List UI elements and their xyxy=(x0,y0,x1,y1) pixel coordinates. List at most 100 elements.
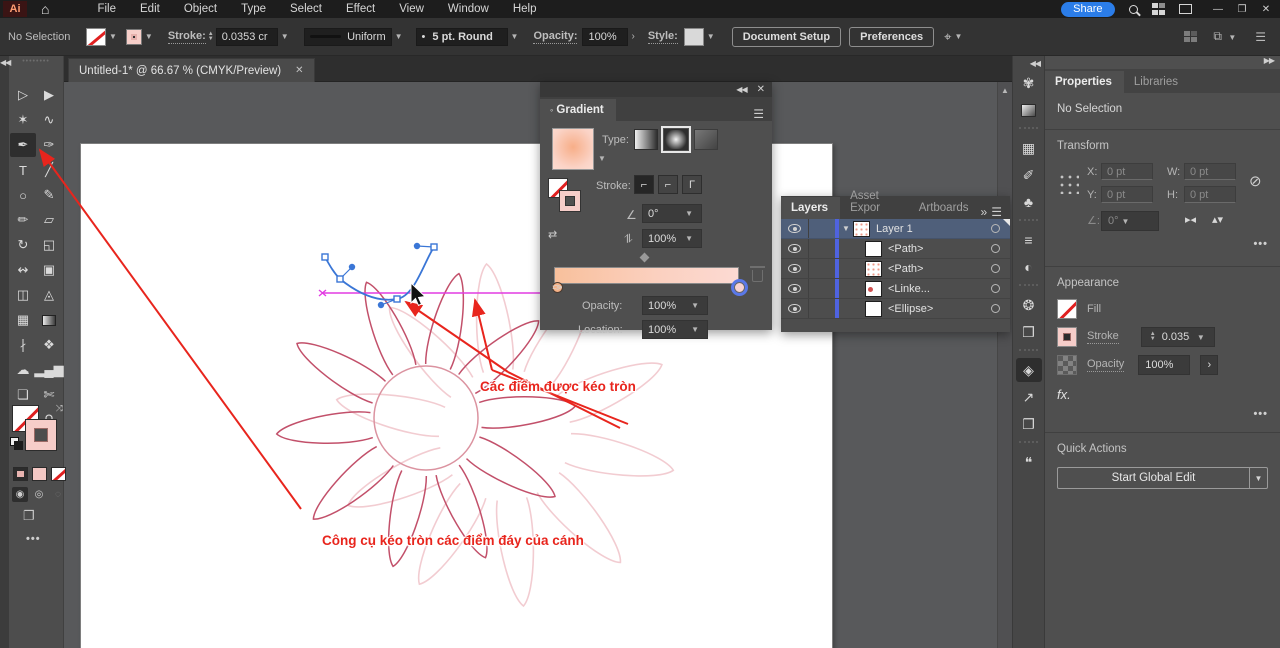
appearance-panel-icon[interactable]: ❂ xyxy=(1016,293,1042,317)
opacity-value[interactable]: 100% xyxy=(582,28,628,46)
default-fill-stroke-icon[interactable] xyxy=(10,437,19,446)
scale-tool[interactable]: ◱ xyxy=(36,233,62,257)
flip-vertical-icon[interactable]: ▴▾ xyxy=(1212,213,1223,226)
fill-swatch[interactable] xyxy=(86,28,106,46)
artboards-panel-icon[interactable]: ❐ xyxy=(1016,412,1042,436)
menu-window[interactable]: Window xyxy=(436,0,501,18)
snap-options-icon[interactable]: ⌖ xyxy=(944,29,951,45)
gradient-stop-end[interactable] xyxy=(734,282,745,293)
brush-select[interactable]: •5 pt. Round xyxy=(416,28,508,46)
style-chevron-icon[interactable]: ▼ xyxy=(704,32,718,41)
gradient-preset-chevron-icon[interactable]: ▼ xyxy=(598,154,606,163)
collapse-properties-icon[interactable]: ▶▶ xyxy=(1264,56,1274,69)
gradient-panel-icon[interactable] xyxy=(1016,98,1042,122)
layer-target-icon[interactable] xyxy=(991,244,1000,253)
edit-toolbar-icon[interactable]: ••• xyxy=(26,533,41,545)
width-profile-select[interactable]: Uniform xyxy=(304,28,392,46)
column-graph-tool[interactable]: ▂▄▆ xyxy=(36,358,62,382)
document-tab[interactable]: Untitled-1* @ 66.67 % (CMYK/Preview) ✕ xyxy=(68,58,315,82)
swap-fill-stroke-icon[interactable]: ⤨ xyxy=(56,403,63,414)
window-close-button[interactable]: ✕ xyxy=(1254,4,1278,15)
window-restore-button[interactable]: ❐ xyxy=(1230,4,1254,15)
graphic-styles-panel-icon[interactable]: ❒ xyxy=(1016,320,1042,344)
arrange-documents-icon[interactable] xyxy=(1179,4,1192,14)
layer-row-linke[interactable]: <Linke... xyxy=(781,279,1010,299)
anchor-point[interactable] xyxy=(337,276,343,282)
panel-menu-icon[interactable]: ☰ xyxy=(753,107,772,121)
fill-chevron-icon[interactable]: ▼ xyxy=(106,32,120,41)
direct-selection-tool[interactable]: ▶ xyxy=(36,83,62,107)
layer-row-path[interactable]: <Path> xyxy=(781,259,1010,279)
line-segment-tool[interactable]: ╱ xyxy=(36,158,62,182)
shaper-tool[interactable]: ✏ xyxy=(10,208,36,232)
gradient-preview-swatch[interactable] xyxy=(552,128,594,170)
window-minimize-button[interactable]: — xyxy=(1206,4,1230,15)
appearance-opacity-expand-icon[interactable]: › xyxy=(1200,355,1218,375)
constrain-proportions-icon[interactable]: ⊘ xyxy=(1249,172,1262,190)
gradient-panel-tab[interactable]: ◦ Gradient xyxy=(540,99,616,121)
properties-tab[interactable]: Properties xyxy=(1045,71,1124,93)
start-global-edit-button[interactable]: Start Global Edit ▼ xyxy=(1057,467,1268,489)
search-icon[interactable] xyxy=(1129,5,1138,14)
appearance-stroke-weight[interactable]: ▲▼ 0.0353 ▼ xyxy=(1141,327,1215,347)
control-panel-menu-icon[interactable]: ☰ xyxy=(1255,30,1266,44)
anchor-point[interactable] xyxy=(322,254,328,260)
gradient-midpoint-handle[interactable] xyxy=(640,253,650,263)
eyedropper-tool[interactable]: ∤ xyxy=(10,333,36,357)
layer-thumbnail[interactable] xyxy=(865,301,882,317)
snap-options-chevron-icon[interactable]: ▼ xyxy=(951,32,965,41)
rotate-tool[interactable]: ↻ xyxy=(10,233,36,257)
layer-thumbnail[interactable] xyxy=(865,281,882,297)
rotate-select[interactable]: 0°▼ xyxy=(1101,211,1159,231)
direction-handle[interactable] xyxy=(349,264,355,270)
toolbar-drag-handle[interactable]: •••••••• xyxy=(9,56,63,65)
draw-behind-mode-button[interactable]: ◎ xyxy=(31,487,47,502)
freeform-gradient-button[interactable] xyxy=(694,129,718,150)
appearance-more-options-icon[interactable]: ••• xyxy=(1253,408,1268,420)
eraser-tool[interactable]: ▱ xyxy=(36,208,62,232)
layer-visibility-icon[interactable] xyxy=(781,219,809,238)
global-edit-chevron-icon[interactable]: ▼ xyxy=(1249,468,1267,488)
artboard-tool[interactable]: ❏ xyxy=(10,383,36,407)
perspective-grid-tool[interactable]: ◬ xyxy=(36,283,62,307)
style-swatch[interactable] xyxy=(684,28,704,46)
menu-effect[interactable]: Effect xyxy=(334,0,387,18)
shape-builder-tool[interactable]: ◫ xyxy=(10,283,36,307)
color-panel-icon[interactable]: ✾ xyxy=(1016,71,1042,95)
direction-handle[interactable] xyxy=(414,243,420,249)
pen-tool[interactable]: ✒ xyxy=(10,133,36,157)
layer-name[interactable]: Layer 1 xyxy=(876,223,913,235)
delete-stop-icon[interactable] xyxy=(752,270,763,282)
symbol-sprayer-tool[interactable]: ☁ xyxy=(10,358,36,382)
gradient-slider[interactable] xyxy=(554,267,739,284)
brush-chevron-icon[interactable]: ▼ xyxy=(508,32,522,41)
ellipse-tool[interactable]: ○ xyxy=(10,183,36,207)
toolbar-collapse-strip[interactable]: ◀◀ xyxy=(0,56,9,648)
canvas[interactable]: ▲ xyxy=(64,82,1012,648)
layer-thumbnail[interactable] xyxy=(853,221,870,237)
effects-fx-button[interactable]: fx. xyxy=(1057,387,1071,402)
mesh-tool[interactable]: ▦ xyxy=(10,308,36,332)
menu-help[interactable]: Help xyxy=(501,0,549,18)
stroke-along-button[interactable]: ⌐ xyxy=(658,175,678,194)
layer-name[interactable]: <Linke... xyxy=(888,283,930,295)
libraries-tab[interactable]: Libraries xyxy=(1124,71,1190,93)
gradient-eyedropper-icon[interactable]: ✑ xyxy=(552,280,563,296)
flip-horizontal-icon[interactable]: ▸◂ xyxy=(1185,213,1196,226)
appearance-fill-swatch[interactable] xyxy=(1057,299,1077,319)
h-input[interactable]: 0 pt xyxy=(1184,186,1236,203)
linear-gradient-button[interactable] xyxy=(634,129,658,150)
gradient-stroke-proxy[interactable] xyxy=(559,190,581,212)
layer-thumbnail[interactable] xyxy=(865,241,882,257)
menu-select[interactable]: Select xyxy=(278,0,334,18)
stroke-weight-label[interactable]: Stroke: xyxy=(168,30,206,44)
anchor-point[interactable] xyxy=(431,244,437,250)
workspace-switcher-icon[interactable] xyxy=(1152,3,1166,15)
draw-inside-mode-button[interactable]: ◌ xyxy=(50,487,66,502)
anchor-point[interactable] xyxy=(394,296,400,302)
draw-normal-mode-button[interactable]: ◉ xyxy=(12,487,28,502)
asset-export-tab[interactable]: Asset Expor xyxy=(840,185,909,219)
curvature-tool[interactable]: ✑ xyxy=(36,133,62,157)
opacity-label[interactable]: Opacity: xyxy=(533,30,577,44)
scroll-up-icon[interactable]: ▲ xyxy=(998,82,1012,95)
